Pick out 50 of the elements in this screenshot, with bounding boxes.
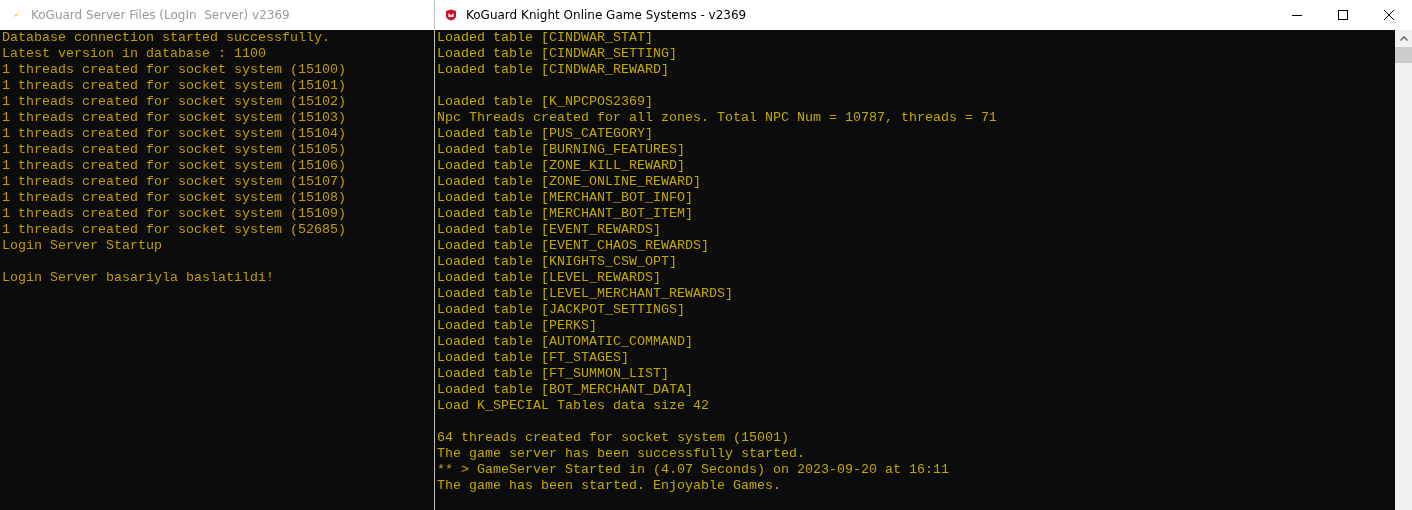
console-line: Loaded table [KNIGHTS_CSW_OPT] bbox=[437, 254, 678, 270]
console-line: Loaded table [K_NPCPOS2369] bbox=[437, 94, 654, 110]
console-line: Loaded table [MERCHANT_BOT_ITEM] bbox=[437, 206, 694, 222]
scroll-thumb[interactable] bbox=[1395, 47, 1412, 63]
console-line: ** > GameServer Started in (4.07 Seconds) on 2023-09-20 at 16:11 bbox=[437, 462, 950, 478]
console-line: Loaded table [CINDWAR_SETTING] bbox=[437, 46, 678, 62]
console-line: Load K_SPECIAL Tables data size 42 bbox=[437, 398, 710, 414]
console-line: 1 threads created for socket system (15109) bbox=[2, 206, 347, 222]
console-line: 1 threads created for socket system (15102) bbox=[2, 94, 347, 110]
console-line: 1 threads created for socket system (15101) bbox=[2, 78, 347, 94]
console-line: Loaded table [LEVEL_REWARDS] bbox=[437, 270, 662, 286]
console-line: Npc Threads created for all zones. Total NPC Num = 10787, threads = 71 bbox=[437, 110, 998, 126]
console-line: Login Server basariyla baslatildi! bbox=[2, 270, 275, 286]
console-line: Loaded table [JACKPOT_SETTINGS] bbox=[437, 302, 686, 318]
console-line: Loaded table [ZONE_KILL_REWARD] bbox=[437, 158, 686, 174]
console-line: Loaded table [BOT_MERCHANT_DATA] bbox=[437, 382, 694, 398]
console-line: Loaded table [CINDWAR_STAT] bbox=[437, 30, 654, 46]
console-line: Loaded table [FT_STAGES] bbox=[437, 350, 630, 366]
console-line: Login Server Startup bbox=[2, 238, 163, 254]
console-line: The game has been started. Enjoyable Games. bbox=[437, 478, 782, 494]
console-line: 64 threads created for socket system (15001) bbox=[437, 430, 790, 446]
console-line: Loaded table [CINDWAR_REWARD] bbox=[437, 62, 670, 78]
console-line: 1 threads created for socket system (15106) bbox=[2, 158, 347, 174]
console-line: Latest version in database : 1100 bbox=[2, 46, 267, 62]
console-line: Loaded table [EVENT_CHAOS_REWARDS] bbox=[437, 238, 710, 254]
window-title: KoGuard Knight Online Game Systems - v2369 bbox=[466, 8, 747, 22]
console-line: The game server has been successfully started. bbox=[437, 446, 806, 462]
console-line: 1 threads created for socket system (15107) bbox=[2, 174, 347, 190]
console-line: Loaded table [AUTOMATIC_COMMAND] bbox=[437, 334, 694, 350]
console-line: Loaded table [EVENT_REWARDS] bbox=[437, 222, 662, 238]
console-line: Database connection started successfully. bbox=[2, 30, 331, 46]
console-line: 1 threads created for socket system (15105) bbox=[2, 142, 347, 158]
console-line: Loaded table [MERCHANT_BOT_INFO] bbox=[437, 190, 694, 206]
caret-icon bbox=[1399, 36, 1408, 41]
console-line: 1 threads created for socket system (15108) bbox=[2, 190, 347, 206]
window-title: KoGuard Server Files (LogIn Server) v2369 bbox=[31, 8, 290, 22]
shield-icon bbox=[445, 9, 457, 21]
console-line: 1 threads created for socket system (15100) bbox=[2, 62, 347, 78]
console-line: Loaded table [LEVEL_MERCHANT_REWARDS] bbox=[437, 286, 734, 302]
console-line: 1 threads created for socket system (52685) bbox=[2, 222, 347, 238]
console-line: 1 threads created for socket system (15103) bbox=[2, 110, 347, 126]
console-line: Loaded table [PERKS] bbox=[437, 318, 598, 334]
console-line: Loaded table [PUS_CATEGORY] bbox=[437, 126, 654, 142]
scrollbar[interactable] bbox=[1395, 30, 1412, 510]
console-line: Loaded table [BURNING_FEATURES] bbox=[437, 142, 686, 158]
close-icon bbox=[1384, 10, 1394, 20]
console-line: Loaded table [ZONE_ONLINE_REWARD] bbox=[437, 174, 702, 190]
console-line: Loaded table [FT_SUMMON_LIST] bbox=[437, 366, 670, 382]
maximize-icon bbox=[1338, 10, 1348, 20]
console-line: 1 threads created for socket system (15104) bbox=[2, 126, 347, 142]
